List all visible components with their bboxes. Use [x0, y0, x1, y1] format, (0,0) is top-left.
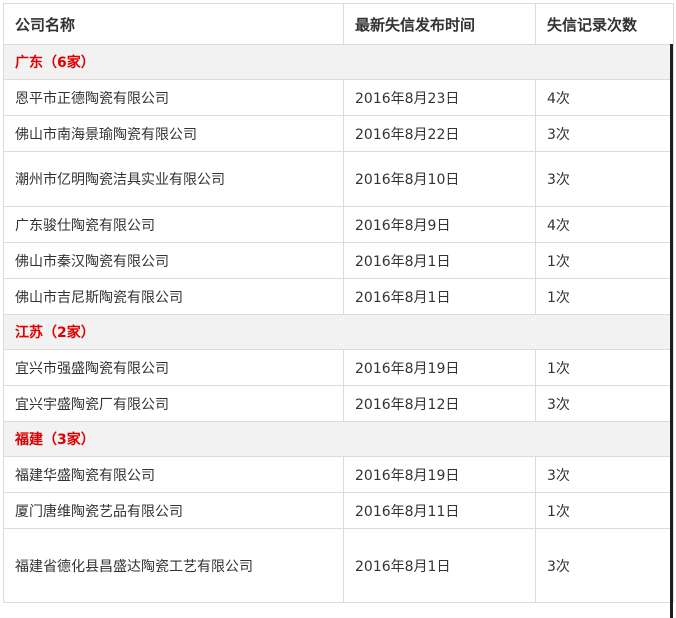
company-cell: 广东骏仕陶瓷有限公司	[3, 206, 344, 243]
table-row: 佛山市南海景瑜陶瓷有限公司 2016年8月22日 3次	[3, 115, 674, 152]
company-cell: 福建华盛陶瓷有限公司	[3, 456, 344, 493]
count-cell: 1次	[535, 492, 674, 529]
date-cell: 2016年8月19日	[343, 456, 536, 493]
group-row-fujian: 福建（3家）	[3, 421, 674, 457]
table-header-row: 公司名称 最新失信发布时间 失信记录次数	[3, 3, 674, 45]
table-row: 广东骏仕陶瓷有限公司 2016年8月9日 4次	[3, 206, 674, 243]
page: 公司名称 最新失信发布时间 失信记录次数 广东（6家） 恩平市正德陶瓷有限公司 …	[0, 0, 676, 618]
table-row: 佛山市吉尼斯陶瓷有限公司 2016年8月1日 1次	[3, 278, 674, 315]
date-cell: 2016年8月1日	[343, 278, 536, 315]
credit-table: 公司名称 最新失信发布时间 失信记录次数 广东（6家） 恩平市正德陶瓷有限公司 …	[3, 3, 674, 603]
date-cell: 2016年8月12日	[343, 385, 536, 422]
count-cell: 3次	[535, 151, 674, 207]
table-row: 宜兴市强盛陶瓷有限公司 2016年8月19日 1次	[3, 349, 674, 386]
date-cell: 2016年8月22日	[343, 115, 536, 152]
table-row: 佛山市秦汉陶瓷有限公司 2016年8月1日 1次	[3, 242, 674, 279]
header-count: 失信记录次数	[535, 3, 674, 45]
count-cell: 4次	[535, 79, 674, 116]
company-cell: 厦门唐维陶瓷艺品有限公司	[3, 492, 344, 529]
date-cell: 2016年8月1日	[343, 528, 536, 603]
company-cell: 宜兴市强盛陶瓷有限公司	[3, 349, 344, 386]
scrollbar-edge	[670, 44, 673, 618]
group-title: 江苏（2家）	[3, 314, 674, 350]
count-cell: 1次	[535, 278, 674, 315]
date-cell: 2016年8月11日	[343, 492, 536, 529]
group-title: 广东（6家）	[3, 44, 674, 80]
table-row: 福建华盛陶瓷有限公司 2016年8月19日 3次	[3, 456, 674, 493]
count-cell: 3次	[535, 115, 674, 152]
count-cell: 3次	[535, 385, 674, 422]
table-row: 恩平市正德陶瓷有限公司 2016年8月23日 4次	[3, 79, 674, 116]
count-cell: 3次	[535, 528, 674, 603]
date-cell: 2016年8月23日	[343, 79, 536, 116]
date-cell: 2016年8月10日	[343, 151, 536, 207]
company-cell: 福建省德化县昌盛达陶瓷工艺有限公司	[3, 528, 344, 603]
count-cell: 1次	[535, 349, 674, 386]
table-row: 福建省德化县昌盛达陶瓷工艺有限公司 2016年8月1日 3次	[3, 528, 674, 603]
count-cell: 1次	[535, 242, 674, 279]
company-cell: 佛山市吉尼斯陶瓷有限公司	[3, 278, 344, 315]
count-cell: 4次	[535, 206, 674, 243]
group-row-jiangsu: 江苏（2家）	[3, 314, 674, 350]
date-cell: 2016年8月19日	[343, 349, 536, 386]
count-cell: 3次	[535, 456, 674, 493]
company-cell: 佛山市秦汉陶瓷有限公司	[3, 242, 344, 279]
company-cell: 潮州市亿明陶瓷洁具实业有限公司	[3, 151, 344, 207]
table-row: 潮州市亿明陶瓷洁具实业有限公司 2016年8月10日 3次	[3, 151, 674, 207]
company-cell: 佛山市南海景瑜陶瓷有限公司	[3, 115, 344, 152]
date-cell: 2016年8月9日	[343, 206, 536, 243]
group-title: 福建（3家）	[3, 421, 674, 457]
table-row: 宜兴宇盛陶瓷厂有限公司 2016年8月12日 3次	[3, 385, 674, 422]
company-cell: 宜兴宇盛陶瓷厂有限公司	[3, 385, 344, 422]
company-cell: 恩平市正德陶瓷有限公司	[3, 79, 344, 116]
group-row-guangdong: 广东（6家）	[3, 44, 674, 80]
date-cell: 2016年8月1日	[343, 242, 536, 279]
header-company: 公司名称	[3, 3, 344, 45]
header-date: 最新失信发布时间	[343, 3, 536, 45]
table-row: 厦门唐维陶瓷艺品有限公司 2016年8月11日 1次	[3, 492, 674, 529]
